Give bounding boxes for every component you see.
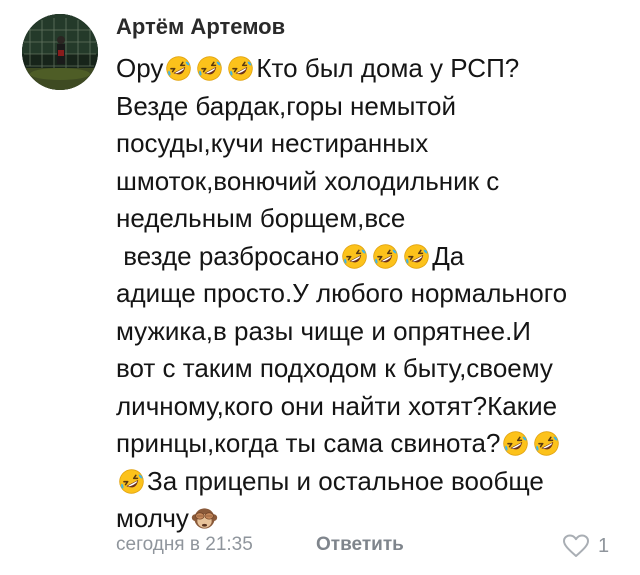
rolling-on-floor-laughing-emoji [341, 243, 368, 270]
comment-text-segment: Кто был дома у РСП? [256, 53, 520, 83]
rolling-on-floor-laughing-emoji [533, 430, 560, 457]
like-count: 1 [598, 534, 610, 557]
timestamp: сегодня в 21:35 [116, 534, 253, 555]
comment-text-segment: принцы,когда ты сама свинота? [116, 428, 501, 458]
like-button[interactable]: 1 [562, 532, 609, 560]
comment: Артём Артемов Ору Кто был дома у РСП? Ве… [0, 0, 640, 575]
comment-line: везде разбросано Да [116, 238, 626, 276]
comment-line: адище просто.У любого нормального [116, 275, 626, 313]
comment-line: Ору Кто был дома у РСП? [116, 50, 626, 88]
comment-text-segment: посуды,кучи нестиранных [116, 128, 429, 158]
rolling-on-floor-laughing-emoji [165, 55, 192, 82]
comment-text-segment: За прицепы и остальное вообще [147, 465, 544, 496]
rolling-on-floor-laughing-emoji [502, 430, 529, 457]
comment-line: личному,кого они найти хотят?Какие [116, 388, 626, 426]
rolling-on-floor-laughing-emoji [196, 55, 223, 82]
avatar-image [22, 14, 98, 90]
comment-text-segment: мужика,в разы чище и опрятнее.И [116, 315, 531, 346]
see-no-evil-monkey-emoji [191, 505, 218, 532]
rolling-on-floor-laughing-emoji [118, 468, 145, 495]
rolling-on-floor-laughing-emoji [227, 55, 254, 82]
reply-button[interactable]: Ответить [316, 534, 404, 556]
comment-text-segment: недельным борщем,все [116, 203, 406, 233]
comment-text-segment: шмоток,вонючий холодильник с [116, 165, 500, 196]
comment-line: принцы,когда ты сама свинота? [116, 425, 626, 463]
comment-text-segment: вот с таким подходом к быту,своему [116, 353, 553, 383]
comment-footer: сегодня в 21:35 Ответить 1 [116, 532, 626, 560]
comment-text-segment: адище просто.У любого нормального [116, 278, 568, 308]
comment-line: шмоток,вонючий холодильник с [116, 163, 626, 201]
rolling-on-floor-laughing-emoji [403, 243, 430, 270]
comment-text: Ору Кто был дома у РСП? Везде бардак,гор… [116, 50, 626, 538]
comment-text-segment: везде разбросано [116, 240, 340, 271]
comment-line: мужика,в разы чище и опрятнее.И [116, 313, 626, 351]
comment-text-segment: Ору [116, 53, 164, 83]
comment-line: За прицепы и остальное вообще [116, 463, 626, 501]
author-name[interactable]: Артём Артемов [116, 14, 285, 40]
rolling-on-floor-laughing-emoji [372, 243, 399, 270]
comment-text-segment: Да [432, 240, 465, 271]
comment-line: Везде бардак,горы немытой [116, 88, 626, 126]
comment-text-segment: личному,кого они найти хотят?Какие [116, 390, 558, 421]
comment-line: посуды,кучи нестиранных [116, 125, 626, 163]
comment-text-segment: Везде бардак,горы немытой [116, 90, 457, 121]
comment-line: вот с таким подходом к быту,своему [116, 350, 626, 388]
heart-outline-icon [563, 534, 589, 557]
comment-line: недельным борщем,все [116, 200, 626, 238]
avatar[interactable] [22, 14, 98, 90]
